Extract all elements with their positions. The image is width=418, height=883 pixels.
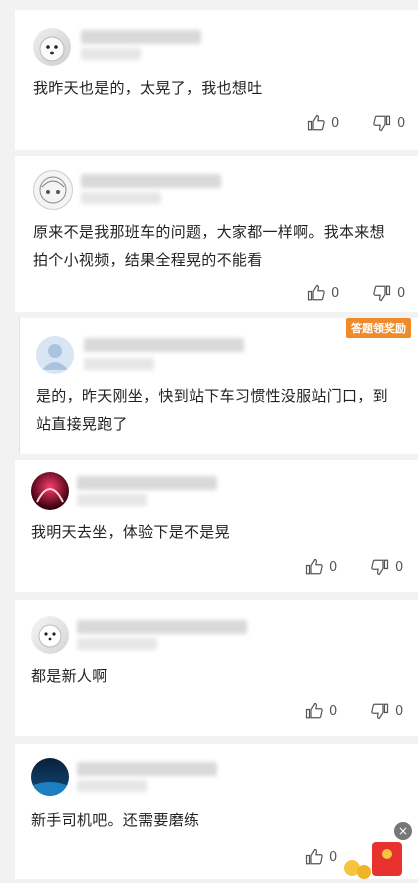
like-button[interactable]: 0 <box>305 558 337 576</box>
default-user-icon <box>42 344 68 370</box>
comment-card: 原来不是我那班车的问题，大家都一样啊。我本来想 拍个小视频，结果全程晃的不能看 … <box>15 156 418 312</box>
dog-avatar-icon <box>39 36 65 62</box>
blurred-username <box>77 620 247 634</box>
blurred-meta <box>81 192 161 204</box>
comment-card: 都是新人啊 0 0 <box>15 600 418 736</box>
dislike-count: 0 <box>397 285 406 301</box>
dislike-count: 0 <box>395 703 404 719</box>
like-count: 0 <box>331 285 340 301</box>
comment-text-line1: 是的，昨天刚坐，快到站下车习惯性没服站门口，到 <box>36 387 388 405</box>
comment-text: 我昨天也是的，太晃了，我也想吐 <box>33 79 263 97</box>
dislike-button[interactable]: 0 <box>371 702 403 720</box>
thumbs-up-icon <box>305 848 323 865</box>
comment-text-line2: 拍个小视频，结果全程晃的不能看 <box>33 251 263 269</box>
like-count: 0 <box>329 559 338 575</box>
avatar[interactable] <box>31 472 69 510</box>
coins-and-envelope-icon <box>344 842 402 879</box>
avatar[interactable] <box>33 28 71 66</box>
comment-text-line2: 站直接晃跑了 <box>36 415 128 433</box>
comment-text: 新手司机吧。还需要磨练 <box>31 811 200 829</box>
blurred-username <box>81 30 201 44</box>
like-button[interactable]: 0 <box>307 114 339 132</box>
comment-card: 我明天去坐，体验下是不是晃 0 0 <box>15 460 418 592</box>
like-button[interactable]: 0 <box>305 702 337 720</box>
blurred-meta <box>81 48 141 60</box>
blurred-username <box>81 174 221 188</box>
avatar[interactable] <box>36 336 74 374</box>
blurred-meta <box>77 780 147 792</box>
reward-badge[interactable]: 答题领奖励 <box>346 318 411 338</box>
puppy-avatar-icon <box>38 624 62 648</box>
comment-text-line1: 原来不是我那班车的问题，大家都一样啊。我本来想 <box>33 223 385 241</box>
blurred-username <box>77 476 217 490</box>
blurred-meta <box>77 494 147 506</box>
comment-card: 我昨天也是的，太晃了，我也想吐 0 0 <box>15 10 418 150</box>
thumbs-down-icon <box>371 703 389 720</box>
comment-text: 都是新人啊 <box>31 667 108 685</box>
thumbs-up-icon <box>307 284 325 301</box>
thumbs-down-icon <box>373 285 391 302</box>
thumbs-up-icon <box>305 558 323 575</box>
dislike-button[interactable]: 0 <box>373 114 405 132</box>
thumbs-up-icon <box>307 114 325 131</box>
like-count: 0 <box>329 849 338 865</box>
dislike-button[interactable]: 0 <box>371 558 403 576</box>
dislike-count: 0 <box>395 559 404 575</box>
like-count: 0 <box>331 115 340 131</box>
comment-card: 答题领奖励 是的，昨天刚坐，快到站下车习惯性没服站门口，到 站直接晃跑了 <box>19 318 418 454</box>
dislike-button[interactable]: 0 <box>373 284 405 302</box>
avatar[interactable] <box>33 170 73 210</box>
thumbs-down-icon <box>371 559 389 576</box>
like-button[interactable]: 0 <box>305 848 337 866</box>
like-count: 0 <box>329 703 338 719</box>
dislike-count: 0 <box>397 115 406 131</box>
blurred-username <box>84 338 244 352</box>
blurred-meta <box>84 358 154 370</box>
thumbs-down-icon <box>373 115 391 132</box>
avatar[interactable] <box>31 616 69 654</box>
anime-avatar-icon <box>39 176 67 204</box>
blurred-meta <box>77 638 157 650</box>
avatar[interactable] <box>31 758 69 796</box>
comment-text: 我明天去坐，体验下是不是晃 <box>31 523 230 541</box>
night-scene-avatar-icon <box>31 782 69 796</box>
light-arch-avatar-icon <box>36 488 64 503</box>
red-envelope-icon[interactable] <box>342 838 406 879</box>
blurred-username <box>77 762 217 776</box>
thumbs-up-icon <box>305 702 323 719</box>
like-button[interactable]: 0 <box>307 284 339 302</box>
